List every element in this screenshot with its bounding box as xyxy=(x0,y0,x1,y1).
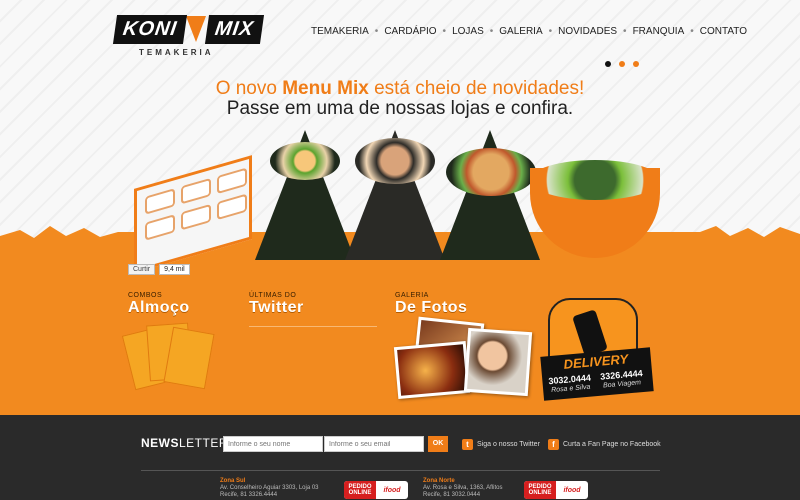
facebook-link-label: Curta a Fan Page no Facebook xyxy=(563,441,661,448)
slider-dot[interactable] xyxy=(605,61,611,67)
ifood-logo: ifood xyxy=(563,486,581,494)
facebook-like-widget: Curtir 9,4 mil xyxy=(128,264,190,275)
store-phone: Recife, 81 3326.4444 xyxy=(220,492,278,498)
slider-dot[interactable] xyxy=(619,61,625,67)
twitter-section: Últimas do Twitter xyxy=(249,292,304,317)
twitter-label-small: Últimas do xyxy=(249,292,297,299)
logo[interactable]: KONI MIX TEMAKERIA xyxy=(112,14,264,58)
nav-item-temakeria[interactable]: TEMAKERIA xyxy=(311,26,369,37)
order-online-label: PEDIDO ONLINE xyxy=(524,481,556,499)
hero-subheadline: Passe em uma de nossas lojas e confira. xyxy=(226,98,574,119)
footer: NEWSLETTER OK t Siga o nosso Twitter f C… xyxy=(0,415,800,500)
store-phone: Recife, 81 3032.0444 xyxy=(423,492,481,498)
delivery-badge[interactable]: DELIVERY 3032.0444 3326.4444 Rosa e Silv… xyxy=(540,298,654,401)
gallery-label-big: De Fotos xyxy=(395,299,468,316)
nav-item-galeria[interactable]: GALERIA xyxy=(499,26,542,37)
temaki-filling xyxy=(270,142,340,180)
order-online-line2: ONLINE xyxy=(348,490,372,496)
delivery-info-box: DELIVERY 3032.0444 3326.4444 Rosa e Silv… xyxy=(540,347,654,401)
nav-separator: • xyxy=(374,26,379,37)
order-online-button[interactable]: PEDIDO ONLINE ifood xyxy=(524,481,588,499)
facebook-icon: f xyxy=(548,439,559,450)
ifood-logo: ifood xyxy=(383,486,401,494)
hero-line1-prefix: O novo xyxy=(215,78,283,99)
poke-bowl-top xyxy=(530,160,660,200)
combos-label-small: Combos xyxy=(128,292,163,299)
newsletter-name-input[interactable] xyxy=(223,436,323,452)
order-online-button[interactable]: PEDIDO ONLINE ifood xyxy=(344,481,408,499)
gallery-label-small: Galeria xyxy=(395,292,429,299)
twitter-divider xyxy=(249,326,377,327)
nav-separator: • xyxy=(623,26,627,37)
logo-mix-text: MIX xyxy=(204,14,264,44)
newsletter-submit-button[interactable]: OK xyxy=(428,436,448,452)
twitter-label-big: Twitter xyxy=(249,299,304,316)
nav-item-contato[interactable]: CONTATO xyxy=(700,26,747,37)
combos-cards-image[interactable] xyxy=(121,318,215,398)
store-zone: Zona Sul xyxy=(220,478,246,484)
hero-food-image xyxy=(120,130,680,273)
nav-separator: • xyxy=(548,26,553,37)
hero-line1-suffix: está cheio de novidades! xyxy=(368,78,585,99)
nav-item-lojas[interactable]: LOJAS xyxy=(452,26,484,37)
gallery-photos[interactable] xyxy=(393,316,533,400)
temaki-filling xyxy=(446,148,536,196)
nav-item-franquia[interactable]: FRANQUIA xyxy=(633,26,685,37)
sushi-tray xyxy=(134,155,252,273)
hero-line1-highlight: Menu Mix xyxy=(282,78,369,99)
gallery-photo xyxy=(463,327,533,397)
twitter-icon: t xyxy=(462,439,473,450)
combo-card xyxy=(163,326,215,390)
nav-separator: • xyxy=(690,26,694,37)
gallery-photo xyxy=(393,340,471,400)
nav-item-novidades[interactable]: NOVIDADES xyxy=(558,26,617,37)
nav-item-cardapio[interactable]: CARDÁPIO xyxy=(384,26,436,37)
combos-section[interactable]: Combos Almoço xyxy=(128,292,190,317)
like-button[interactable]: Curtir xyxy=(128,264,156,275)
store-address: Av. Rosa e Silva, 1363, Aflitos xyxy=(423,485,503,491)
logo-cone-icon xyxy=(186,16,206,42)
slider-pagination xyxy=(605,61,639,67)
main-nav: TEMAKERIA • CARDÁPIO • LOJAS • GALERIA •… xyxy=(311,26,747,37)
newsletter-label: NEWSLETTER xyxy=(141,436,228,450)
nav-separator: • xyxy=(442,26,447,37)
order-online-line2: ONLINE xyxy=(528,490,552,496)
store-info: Zona Sul Av. Conselheiro Aguiar 3303, Lo… xyxy=(220,478,319,499)
temaki-filling xyxy=(355,138,435,184)
gallery-section[interactable]: Galeria De Fotos xyxy=(395,292,467,317)
facebook-link[interactable]: f Curta a Fan Page no Facebook xyxy=(548,439,661,450)
slider-dot[interactable] xyxy=(633,61,639,67)
logo-koni-text: KONI xyxy=(112,14,188,44)
twitter-link-label: Siga o nosso Twitter xyxy=(477,441,540,448)
footer-divider xyxy=(141,470,660,471)
order-online-label: PEDIDO ONLINE xyxy=(344,481,376,499)
newsletter-label-bold: NEWS xyxy=(141,436,179,450)
nav-separator: • xyxy=(489,26,494,37)
newsletter-label-rest: LETTER xyxy=(179,436,229,450)
like-count: 9,4 mil xyxy=(159,264,190,275)
newsletter-email-input[interactable] xyxy=(324,436,424,452)
twitter-link[interactable]: t Siga o nosso Twitter xyxy=(462,439,540,450)
store-zone: Zona Norte xyxy=(423,478,455,484)
combos-label-big: Almoço xyxy=(128,299,190,316)
logo-subtitle: TEMAKERIA xyxy=(139,48,214,57)
store-address: Av. Conselheiro Aguiar 3303, Loja 03 xyxy=(220,485,319,491)
hero-headline: O novo Menu Mix está cheio de novidades! xyxy=(0,78,800,100)
store-info: Zona Norte Av. Rosa e Silva, 1363, Aflit… xyxy=(423,478,503,499)
